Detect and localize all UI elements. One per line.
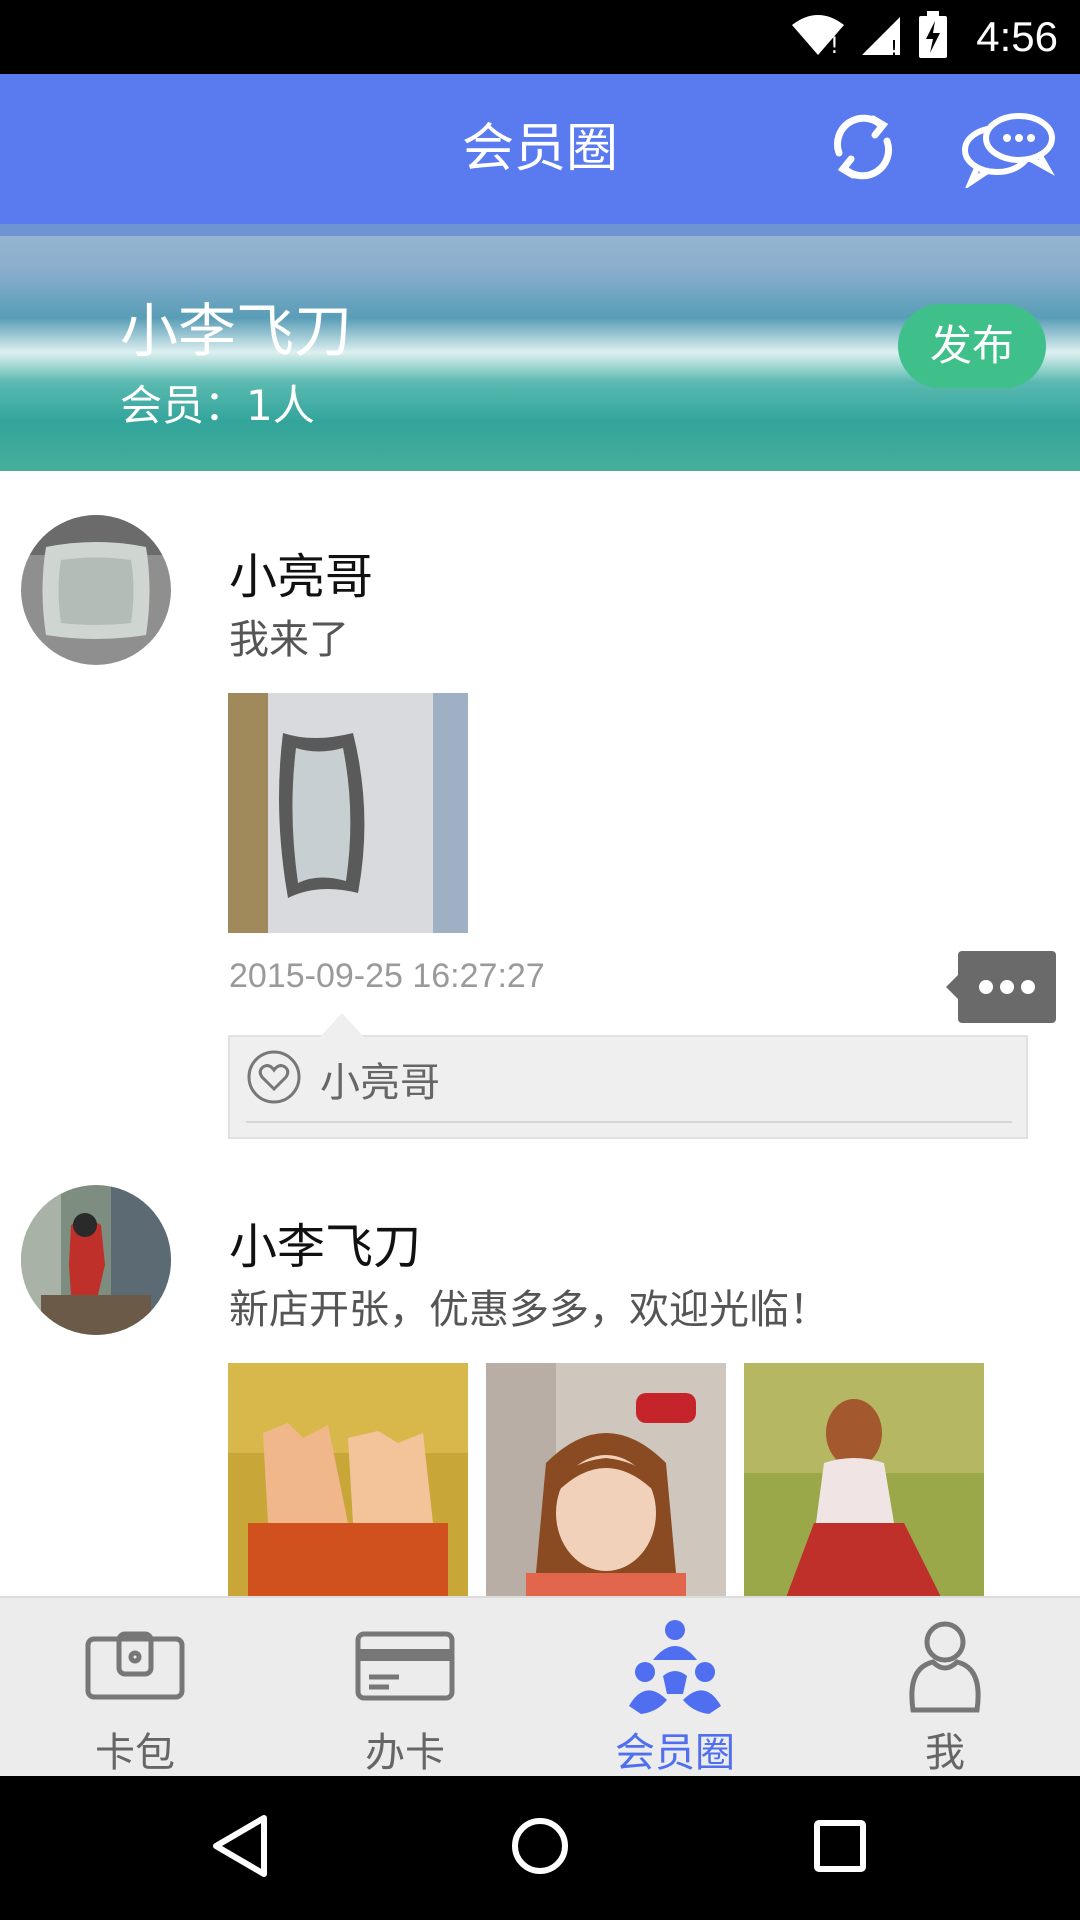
recents-icon [813,1819,867,1877]
post-item: 小亮哥 我来了 2015-09-25 16:27:27 小亮哥 [0,471,1080,1141]
wallet-icon [85,1631,185,1705]
post-image[interactable] [228,693,468,933]
signal-icon: ! [860,13,904,61]
likes-panel: 小亮哥 [228,1013,1028,1139]
post-text: 新店开张，优惠多多，欢迎光临！ [229,1287,829,1333]
heart-icon [246,1049,302,1109]
nav-item-member-circle[interactable]: 会员圈 [540,1598,810,1776]
nav-label: 卡包 [95,1730,175,1776]
svg-text:!: ! [890,36,898,57]
refresh-icon [825,109,901,189]
member-count: 会员：1人 [120,381,315,430]
group-name: 小李飞刀 [120,297,353,365]
more-dot [979,980,993,994]
chat-button[interactable] [952,102,1062,198]
member-circle-icon [627,1616,723,1720]
post-image[interactable] [228,1363,468,1596]
back-icon [210,1814,270,1882]
nav-item-me[interactable]: 我 [810,1598,1080,1776]
post-author[interactable]: 小亮哥 [229,537,373,607]
avatar[interactable] [21,515,171,665]
refresh-button[interactable] [818,104,908,194]
avatar[interactable] [21,1185,171,1335]
wifi-icon: ! [790,13,846,61]
post-image[interactable] [744,1363,984,1596]
post-timestamp: 2015-09-25 16:27:27 [229,957,545,995]
home-button[interactable] [500,1808,580,1888]
post-item: 小李飞刀 新店开张，优惠多多，欢迎光临！ [0,1141,1080,1596]
svg-text:!: ! [830,34,839,57]
nav-label: 办卡 [365,1730,445,1776]
like-user-name[interactable]: 小亮哥 [320,1050,440,1108]
status-bar: ! ! 4:56 [0,0,1080,74]
recents-button[interactable] [800,1808,880,1888]
nav-item-wallet[interactable]: 卡包 [0,1598,270,1776]
back-button[interactable] [200,1808,280,1888]
nav-item-card[interactable]: 办卡 [270,1598,540,1776]
system-nav-bar [0,1776,1080,1920]
feed[interactable]: 小亮哥 我来了 2015-09-25 16:27:27 小亮哥 小李飞刀 新店开… [0,471,1080,1596]
more-button[interactable] [946,951,1056,1023]
post-image[interactable] [486,1363,726,1596]
chat-icon [957,108,1057,192]
group-banner: 小李飞刀 会员：1人 发布 [0,224,1080,471]
bottom-nav: 卡包 办卡 会员圈 我 [0,1596,1080,1776]
page-title: 会员圈 [461,119,618,179]
publish-button[interactable]: 发布 [898,304,1046,388]
post-text: 我来了 [229,617,349,663]
more-dot [1000,980,1014,994]
app-header: 会员圈 [0,74,1080,224]
nav-label: 会员圈 [615,1730,735,1776]
card-icon [355,1631,455,1705]
home-icon [510,1816,570,1880]
more-dot [1021,980,1035,994]
profile-icon [905,1618,985,1718]
post-author[interactable]: 小李飞刀 [229,1207,421,1277]
nav-label: 我 [925,1730,965,1776]
likes-row: 小亮哥 [246,1037,1012,1123]
status-time: 4:56 [976,13,1058,60]
battery-icon [918,11,948,63]
